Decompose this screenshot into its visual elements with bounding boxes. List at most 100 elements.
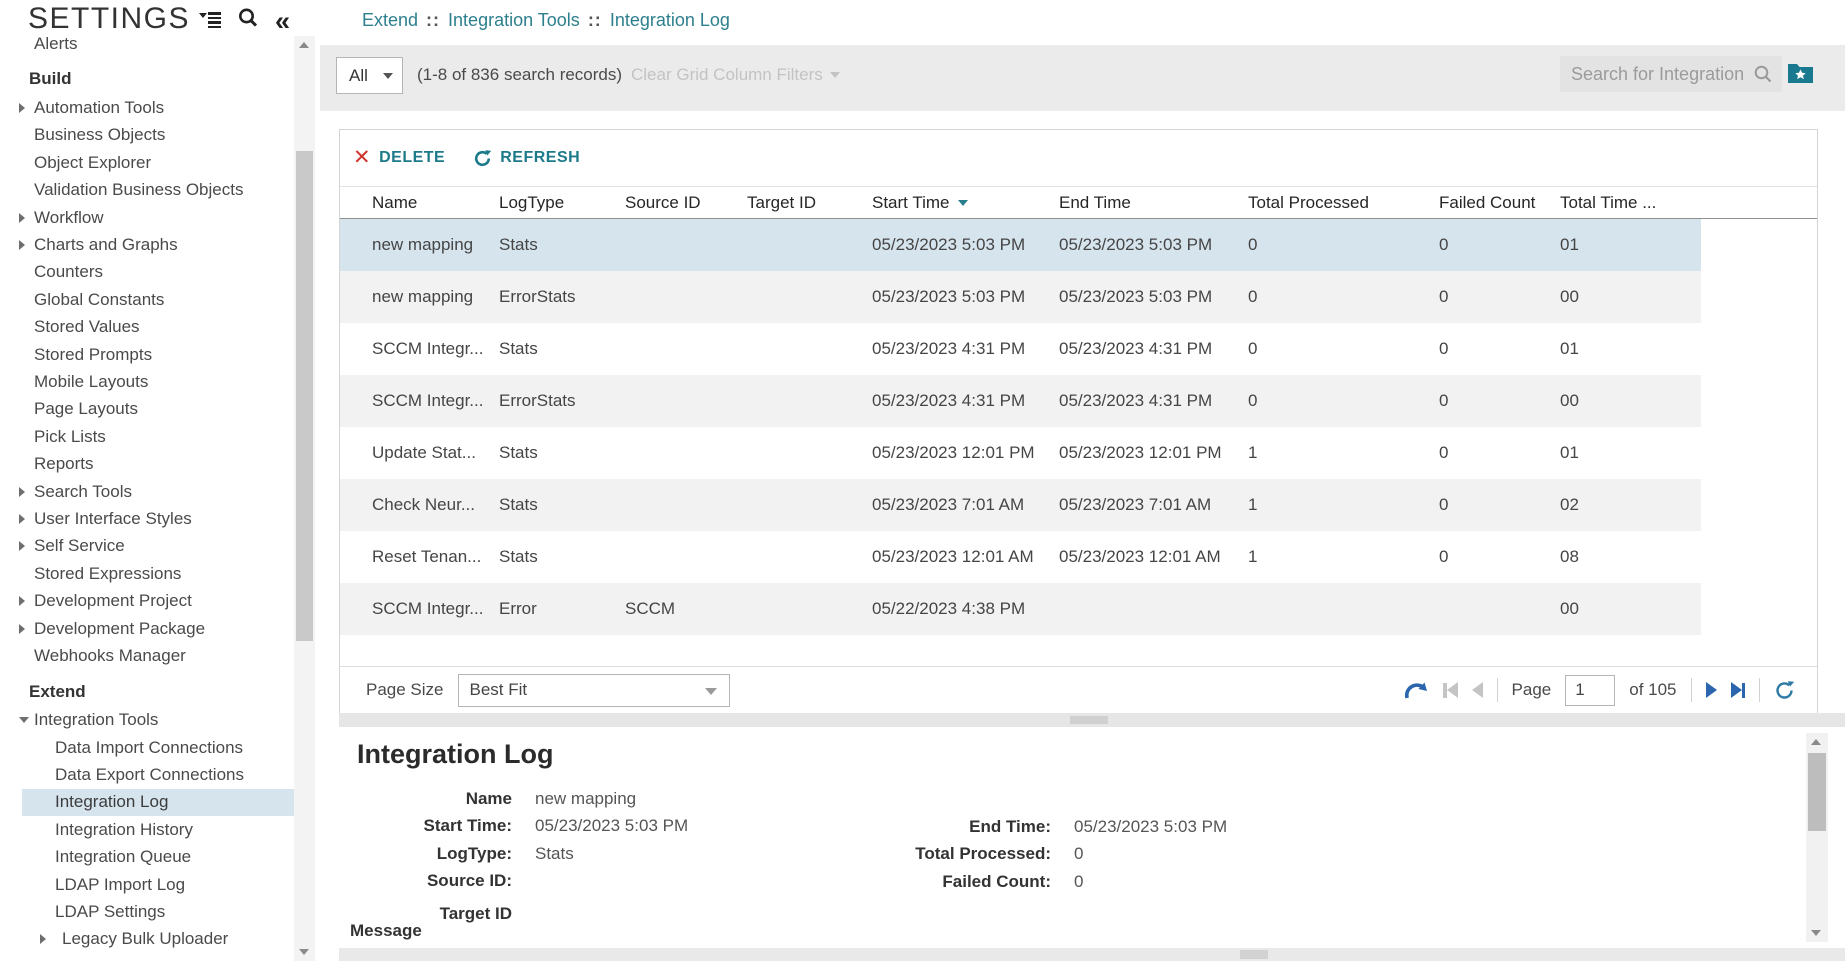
table-row[interactable]: SCCM Integr... Error SCCM 05/22/2023 4:3… xyxy=(340,583,1701,635)
cell-logtype: Stats xyxy=(499,547,625,567)
sidebar-item[interactable]: Automation Tools xyxy=(0,94,294,121)
sidebar-item[interactable]: Stored Expressions xyxy=(0,560,294,587)
splitter-handle[interactable] xyxy=(1070,716,1108,724)
sidebar-item[interactable]: Mobile Layouts xyxy=(0,368,294,395)
sidebar-scrollbar[interactable] xyxy=(294,36,315,961)
column-header-total-processed[interactable]: Total Processed xyxy=(1248,193,1439,213)
table-row[interactable]: Reset Tenan... Stats 05/23/2023 12:01 AM… xyxy=(340,531,1701,583)
sidebar-item[interactable]: Development Package xyxy=(0,615,294,642)
column-header-target-id[interactable]: Target ID xyxy=(747,193,872,213)
sidebar-item[interactable]: Integration Log xyxy=(22,789,294,816)
sidebar-item[interactable]: Pick Lists xyxy=(0,423,294,450)
table-row[interactable]: Check Neur... Stats 05/23/2023 7:01 AM 0… xyxy=(340,479,1701,531)
column-header-total-time[interactable]: Total Time ... xyxy=(1560,193,1701,213)
scope-select[interactable]: All xyxy=(336,57,403,94)
table-row[interactable]: SCCM Integr... ErrorStats 05/23/2023 4:3… xyxy=(340,375,1701,427)
sidebar-item[interactable]: Charts and Graphs xyxy=(0,231,294,258)
sidebar-item[interactable]: User Interface Styles xyxy=(0,505,294,532)
table-row[interactable]: SCCM Integr... Stats 05/23/2023 4:31 PM … xyxy=(340,323,1701,375)
refresh-button[interactable]: REFRESH xyxy=(473,149,580,168)
sidebar-item[interactable]: Reports xyxy=(0,450,294,477)
sidebar-item[interactable]: Legacy Bulk Uploader xyxy=(0,926,294,953)
panel-splitter[interactable] xyxy=(339,713,1845,727)
reload-grid-icon[interactable] xyxy=(1774,680,1795,701)
sidebar-item[interactable]: Data Import Connections xyxy=(0,734,294,761)
sidebar-item[interactable]: Counters xyxy=(0,259,294,286)
scroll-down-icon[interactable] xyxy=(299,949,309,955)
cell-end-time: 05/23/2023 5:03 PM xyxy=(1059,287,1248,307)
search-icon[interactable] xyxy=(237,7,259,34)
table-row[interactable]: new mapping ErrorStats 05/23/2023 5:03 P… xyxy=(340,271,1701,323)
last-page-button[interactable] xyxy=(1731,682,1746,698)
sidebar-item[interactable]: Extend xyxy=(0,670,294,707)
sidebar-scrollbar-thumb[interactable] xyxy=(296,151,313,641)
saved-searches-folder-icon[interactable] xyxy=(1787,60,1814,84)
sidebar-item-label: Integration History xyxy=(55,820,193,840)
undo-sort-icon[interactable] xyxy=(1403,678,1429,702)
sidebar-item[interactable]: Integration Tools xyxy=(0,707,294,734)
horizontal-scrollbar[interactable] xyxy=(339,948,1845,961)
column-header-source-id[interactable]: Source ID xyxy=(625,193,747,213)
scroll-down-icon[interactable] xyxy=(1811,930,1821,936)
cell-logtype: Stats xyxy=(499,235,625,255)
sidebar-item[interactable]: LDAP Import Log xyxy=(0,871,294,898)
sidebar-item[interactable]: Stored Values xyxy=(0,314,294,341)
sidebar-item[interactable]: Development Project xyxy=(0,587,294,614)
sidebar-item[interactable]: Business Objects xyxy=(0,122,294,149)
first-page-button[interactable] xyxy=(1443,682,1458,698)
outline-menu-icon[interactable] xyxy=(199,12,221,29)
table-row[interactable]: Update Stat... Stats 05/23/2023 12:01 PM… xyxy=(340,427,1701,479)
sidebar-item[interactable]: Validation Business Objects xyxy=(0,177,294,204)
next-page-button[interactable] xyxy=(1706,682,1717,698)
pager-bar: Page Size Best Fit Page xyxy=(340,666,1817,713)
sidebar-item[interactable]: Global Constants xyxy=(0,286,294,313)
cell-total-time: 01 xyxy=(1560,443,1701,463)
sidebar-item[interactable]: Search Tools xyxy=(0,478,294,505)
column-header-logtype[interactable]: LogType xyxy=(499,193,625,213)
sidebar-item[interactable]: LDAP Settings xyxy=(0,898,294,925)
horizontal-scrollbar-thumb[interactable] xyxy=(1240,950,1268,959)
sidebar-item-label: LDAP Import Log xyxy=(55,875,185,895)
detail-field: Source ID: xyxy=(357,868,688,896)
sidebar-item[interactable]: Object Explorer xyxy=(0,149,294,176)
sidebar-item[interactable]: Data Export Connections xyxy=(0,761,294,788)
page-label: Page xyxy=(1512,680,1552,700)
chevron-down-icon xyxy=(830,72,840,78)
detail-scrollbar-thumb[interactable] xyxy=(1808,753,1826,831)
sidebar-item[interactable]: Workflow xyxy=(0,204,294,231)
sidebar-item-label: Alerts xyxy=(34,34,77,54)
scroll-up-icon[interactable] xyxy=(299,42,309,48)
detail-fields-right: End Time: 05/23/2023 5:03 PM Total Proce… xyxy=(770,813,1227,896)
breadcrumb-integration-tools[interactable]: Integration Tools xyxy=(448,10,580,31)
sidebar-item[interactable]: Self Service xyxy=(0,533,294,560)
scroll-up-icon[interactable] xyxy=(1811,739,1821,745)
cell-failed-count: 0 xyxy=(1439,391,1560,411)
sidebar-item-label: Object Explorer xyxy=(34,153,151,173)
column-header-name[interactable]: Name xyxy=(372,193,499,213)
cell-end-time: 05/23/2023 7:01 AM xyxy=(1059,495,1248,515)
sidebar-item[interactable]: Stored Prompts xyxy=(0,341,294,368)
chevron-down-icon xyxy=(383,73,393,79)
breadcrumb-extend[interactable]: Extend xyxy=(362,10,418,31)
page-number-input[interactable] xyxy=(1565,675,1615,706)
collapse-sidebar-icon[interactable]: « xyxy=(275,11,290,31)
sidebar-item[interactable]: Page Layouts xyxy=(0,396,294,423)
clear-grid-filters-button[interactable]: Clear Grid Column Filters xyxy=(631,65,840,85)
sidebar-item[interactable]: Build xyxy=(0,57,294,94)
sidebar-item-label: Global Constants xyxy=(34,290,164,310)
column-header-start-time[interactable]: Start Time xyxy=(872,193,1059,213)
search-icon[interactable] xyxy=(1753,64,1773,84)
sidebar-item-label: Page Layouts xyxy=(34,399,138,419)
sidebar-item[interactable]: Integration Queue xyxy=(0,844,294,871)
breadcrumb-integration-log[interactable]: Integration Log xyxy=(610,10,730,31)
column-header-failed-count[interactable]: Failed Count xyxy=(1439,193,1560,213)
detail-scrollbar[interactable] xyxy=(1806,733,1828,942)
sidebar-item[interactable]: Integration History xyxy=(0,816,294,843)
delete-button[interactable]: ✕ DELETE xyxy=(353,149,445,167)
sidebar-item[interactable]: Webhooks Manager xyxy=(0,642,294,669)
search-input[interactable] xyxy=(1560,56,1782,92)
table-row[interactable]: new mapping Stats 05/23/2023 5:03 PM 05/… xyxy=(340,219,1701,271)
previous-page-button[interactable] xyxy=(1472,682,1483,698)
page-size-select[interactable]: Best Fit xyxy=(458,674,730,707)
column-header-end-time[interactable]: End Time xyxy=(1059,193,1248,213)
